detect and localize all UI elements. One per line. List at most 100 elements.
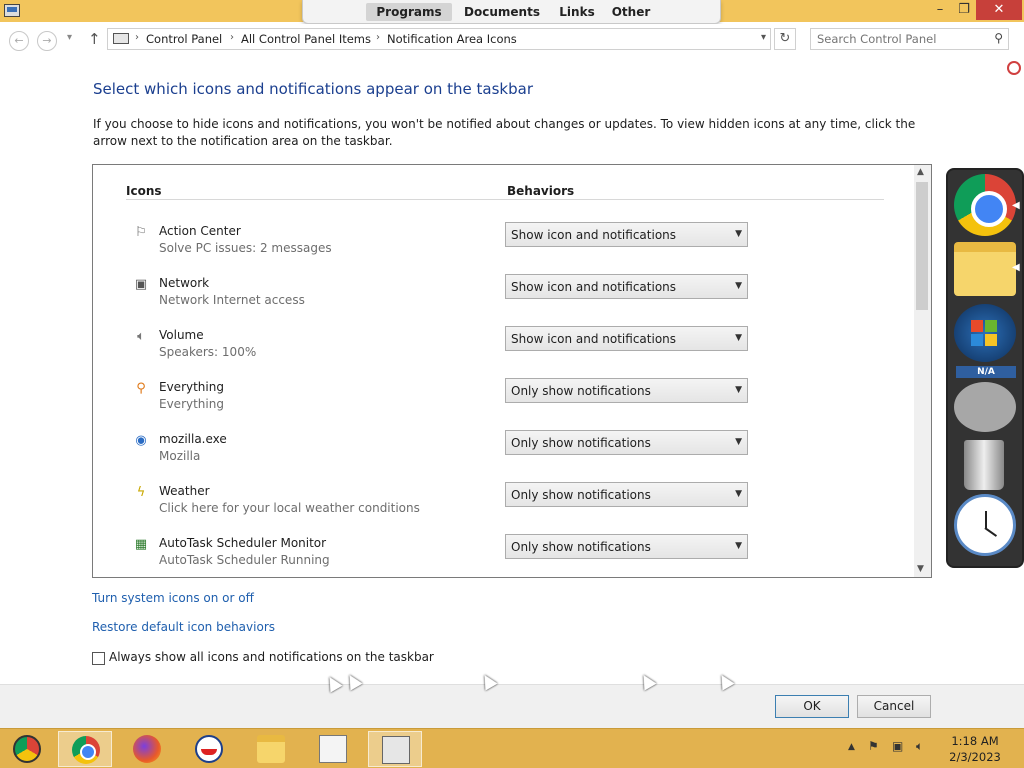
- chevron-right-icon[interactable]: ›: [135, 32, 139, 43]
- speaker-icon[interactable]: 🔈︎: [916, 739, 923, 754]
- folder-icon[interactable]: [954, 242, 1016, 296]
- taskbar-control-panel[interactable]: [368, 731, 422, 767]
- logo-quad: [985, 320, 997, 332]
- clock-date: 2/3/2023: [949, 750, 1001, 764]
- notification-icons-list: Icons Behaviors ⚐ Action Center Solve PC…: [92, 164, 932, 578]
- clock-icon[interactable]: [954, 494, 1016, 556]
- behavior-dropdown[interactable]: Only show notifications ▼: [505, 482, 748, 507]
- cancel-button[interactable]: Cancel: [857, 695, 931, 718]
- header-divider: [126, 199, 884, 200]
- chevron-right-icon[interactable]: ›: [230, 32, 234, 43]
- behavior-dropdown[interactable]: Only show notifications ▼: [505, 430, 748, 455]
- scroll-down-icon[interactable]: ▼: [917, 564, 924, 574]
- chrome-icon[interactable]: [954, 174, 1016, 236]
- recycle-bin-icon[interactable]: [964, 440, 1004, 490]
- show-hidden-icons-chevron-icon[interactable]: ▲: [848, 742, 855, 752]
- flag-icon[interactable]: ⚑: [868, 739, 879, 753]
- behavior-value: Show icon and notifications: [511, 228, 677, 242]
- logo-quad: [985, 334, 997, 346]
- launcher-tab-documents[interactable]: Documents: [463, 3, 541, 21]
- windows-logo-icon[interactable]: [954, 304, 1016, 362]
- behavior-dropdown[interactable]: Only show notifications ▼: [505, 534, 748, 559]
- item-name: Network: [159, 276, 210, 290]
- item-name: Volume: [159, 328, 204, 342]
- start-button[interactable]: [0, 731, 54, 767]
- navigation-bar: ← → ▾ ↑ › Control Panel › All Control Pa…: [0, 24, 1024, 56]
- scroll-up-icon[interactable]: ▲: [917, 167, 924, 177]
- item-name: AutoTask Scheduler Monitor: [159, 536, 327, 550]
- firefox-icon: [133, 735, 161, 763]
- chevron-down-icon: ▼: [735, 385, 742, 395]
- taskbar-clock[interactable]: 1:18 AM 2/3/2023: [940, 733, 1010, 765]
- behavior-dropdown[interactable]: Only show notifications ▼: [505, 378, 748, 403]
- behavior-dropdown[interactable]: Show icon and notifications ▼: [505, 222, 748, 247]
- breadcrumb-all-items[interactable]: All Control Panel Items: [241, 32, 371, 46]
- chrome-icon: [72, 736, 100, 764]
- chevron-right-icon[interactable]: ›: [376, 32, 380, 43]
- list-item: ϟ Weather Click here for your local weat…: [93, 482, 913, 534]
- control-panel-icon: [382, 736, 410, 764]
- control-panel-icon[interactable]: [4, 4, 20, 17]
- item-description: Mozilla: [159, 449, 201, 463]
- always-show-checkbox[interactable]: [92, 652, 105, 665]
- taskbar-obama[interactable]: [182, 731, 236, 767]
- always-show-label[interactable]: Always show all icons and notifications …: [109, 650, 434, 664]
- address-dropdown-icon[interactable]: ▾: [761, 32, 766, 43]
- breadcrumb-control-panel[interactable]: Control Panel: [146, 32, 222, 46]
- file-explorer-icon: [257, 735, 285, 763]
- page-title: Select which icons and notifications app…: [93, 80, 533, 98]
- dialog-footer: OK Cancel: [0, 684, 1024, 728]
- list-scrollbar[interactable]: ▲ ▼: [914, 165, 931, 577]
- refresh-button[interactable]: ↻: [774, 28, 796, 50]
- chevron-down-icon: ▼: [735, 229, 742, 239]
- launcher-tab-links[interactable]: Links: [555, 3, 599, 21]
- list-item: ◉ mozilla.exe Mozilla Only show notifica…: [93, 430, 913, 482]
- scrollbar-thumb[interactable]: [916, 182, 928, 310]
- launcher-tab-programs[interactable]: Programs: [366, 3, 452, 21]
- item-name: Action Center: [159, 224, 241, 238]
- column-header-icons: Icons: [126, 184, 162, 198]
- search-icon[interactable]: ⚲: [994, 31, 1003, 45]
- search-box[interactable]: ⚲: [810, 28, 1009, 50]
- behavior-dropdown[interactable]: Show icon and notifications ▼: [505, 274, 748, 299]
- item-description: Click here for your local weather condit…: [159, 501, 420, 515]
- item-description: Solve PC issues: 2 messages: [159, 241, 332, 255]
- chevron-down-icon: ▼: [735, 333, 742, 343]
- network-icon[interactable]: ▣: [892, 739, 903, 753]
- speaker-icon: 🔈︎: [137, 329, 145, 344]
- taskbar-chrome[interactable]: [58, 731, 112, 767]
- up-arrow-icon[interactable]: ↑: [88, 30, 101, 48]
- list-item: ▣ Network Network Internet access Show i…: [93, 274, 913, 326]
- behavior-value: Only show notifications: [511, 488, 651, 502]
- behavior-value: Show icon and notifications: [511, 280, 677, 294]
- gear-icon[interactable]: [954, 382, 1016, 432]
- ok-button[interactable]: OK: [775, 695, 849, 718]
- help-icon[interactable]: [1007, 61, 1021, 75]
- logo-quad: [971, 334, 983, 346]
- forward-button[interactable]: →: [37, 31, 57, 51]
- item-description: Everything: [159, 397, 224, 411]
- lightning-icon: ϟ: [136, 485, 146, 500]
- behavior-dropdown[interactable]: Show icon and notifications ▼: [505, 326, 748, 351]
- chevron-down-icon: ▼: [735, 281, 742, 291]
- taskbar-firefox[interactable]: [120, 731, 174, 767]
- search-input[interactable]: [817, 30, 987, 48]
- behavior-value: Only show notifications: [511, 436, 651, 450]
- magnifier-icon: ⚲: [136, 381, 146, 396]
- taskbar-task-manager[interactable]: [306, 731, 360, 767]
- back-button[interactable]: ←: [9, 31, 29, 51]
- maximize-button[interactable]: ❐: [950, 0, 978, 20]
- behavior-value: Show icon and notifications: [511, 332, 677, 346]
- na-label: N/A: [956, 366, 1016, 378]
- launcher-tab-other[interactable]: Other: [609, 3, 653, 21]
- address-bar[interactable]: › Control Panel › All Control Panel Item…: [107, 28, 771, 50]
- recent-pages-chevron-icon[interactable]: ▾: [67, 32, 72, 43]
- restore-defaults-link[interactable]: Restore default icon behaviors: [92, 620, 275, 634]
- breadcrumb-notification-area-icons[interactable]: Notification Area Icons: [387, 32, 517, 46]
- turn-system-icons-link[interactable]: Turn system icons on or off: [92, 591, 254, 605]
- close-button[interactable]: ✕: [976, 0, 1022, 20]
- list-item: 🔈︎ Volume Speakers: 100% Show icon and n…: [93, 326, 913, 378]
- taskbar-file-explorer[interactable]: [244, 731, 298, 767]
- list-item: ⚲ Everything Everything Only show notifi…: [93, 378, 913, 430]
- obama-icon: [195, 735, 223, 763]
